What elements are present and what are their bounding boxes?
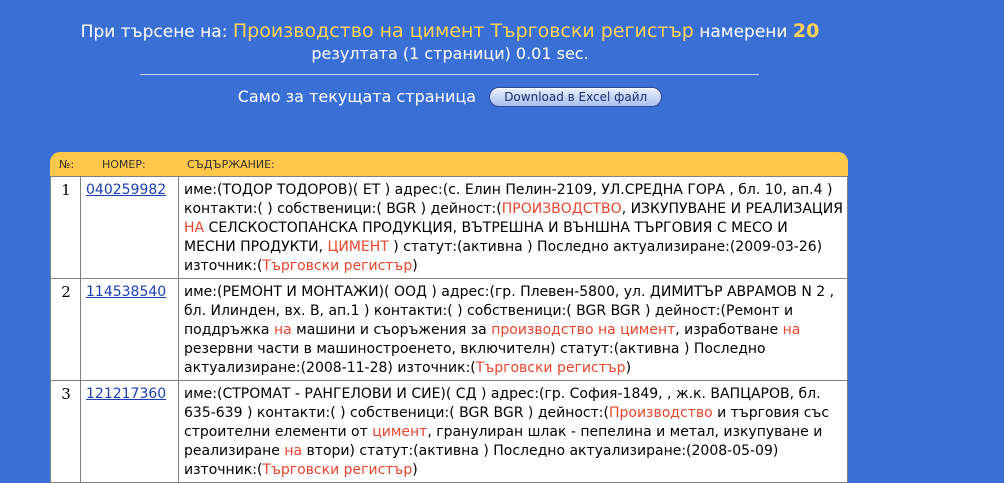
highlight-match: производство на цимент — [491, 322, 676, 338]
highlight-match: Производство — [608, 405, 713, 421]
search-summary-line: При търсене на: Производство на цимент Т… — [0, 20, 900, 43]
content-text: , изработване — [675, 322, 783, 338]
excel-label: Само за текущата страница — [237, 87, 477, 106]
highlight-match: ПРОИЗВОДСТВО — [501, 201, 622, 217]
result-count: 20 — [792, 20, 820, 42]
content-text: , ИЗКУПУВАНЕ И РЕАЛИЗАЦИЯ — [621, 201, 843, 217]
row-content: име:(РЕМОНТ И МОНТАЖИ)( ООД ) адрес:(гр.… — [178, 278, 848, 381]
highlight-match: Търговски регистър — [262, 462, 413, 478]
search-summary: При търсене на: Производство на цимент Т… — [0, 0, 900, 65]
header-divider — [140, 74, 759, 75]
table-row: 3 121217360 име:(СТРОМАТ - РАНГЕЛОВИ И СИЕ… — [50, 380, 848, 483]
results-grid: 1 040259982 име:(ТОДОР ТОДОРОВ)( ЕТ ) адре… — [50, 176, 848, 483]
col-header-id: НОМЕР: — [102, 158, 146, 171]
highlight-match: Търговски регистър — [475, 360, 626, 376]
content-text: машини и съоръжения за — [291, 322, 492, 338]
table-row: 2 114538540 име:(РЕМОНТ И МОНТАЖИ)( ООД ) … — [50, 278, 848, 381]
row-id-cell: 040259982 — [80, 176, 179, 279]
download-excel-button[interactable]: Download в Excel файл — [489, 86, 663, 107]
company-id-link[interactable]: 121217360 — [86, 386, 166, 402]
col-header-num: №: — [59, 158, 75, 171]
highlight-match: на — [284, 443, 303, 459]
results-table: №: НОМЕР: СЪДЪРЖАНИЕ: 1 040259982 име:(ТОД… — [50, 152, 848, 483]
row-number: 2 — [50, 278, 81, 381]
company-id-link[interactable]: 114538540 — [86, 284, 166, 300]
row-content: име:(СТРОМАТ - РАНГЕЛОВИ И СИЕ)( СД ) ад… — [178, 380, 848, 483]
table-row: 1 040259982 име:(ТОДОР ТОДОРОВ)( ЕТ ) адре… — [50, 176, 848, 279]
row-id-cell: 114538540 — [80, 278, 179, 381]
highlight-match: Търговски регистър — [262, 258, 413, 274]
results-info: резултата (1 страници) 0.01 sec. — [311, 44, 589, 63]
row-number: 3 — [50, 380, 81, 483]
row-number: 1 — [50, 176, 81, 279]
highlight-match: НА — [184, 220, 205, 236]
search-query: Производство на цимент Търговски регистъ… — [232, 20, 694, 42]
found-label: намерени — [699, 22, 788, 42]
content-text: ) — [412, 462, 418, 478]
highlight-match: на — [273, 322, 292, 338]
content-text: ) — [625, 360, 632, 376]
highlight-match: на — [782, 322, 801, 338]
search-prefix: При търсене на: — [80, 22, 228, 42]
col-header-content: СЪДЪРЖАНИЕ: — [187, 158, 275, 171]
company-id-link[interactable]: 040259982 — [86, 182, 166, 198]
excel-export-row: Само за текущата страница Download в Exc… — [0, 86, 900, 107]
highlight-match: цимент — [372, 424, 428, 440]
row-content: име:(ТОДОР ТОДОРОВ)( ЕТ ) адрес:(с. Елин… — [178, 176, 848, 279]
row-id-cell: 121217360 — [80, 380, 179, 483]
content-text: ) — [412, 258, 418, 274]
highlight-match: ЦИМЕНТ — [327, 239, 389, 255]
table-header: №: НОМЕР: СЪДЪРЖАНИЕ: — [50, 152, 848, 176]
